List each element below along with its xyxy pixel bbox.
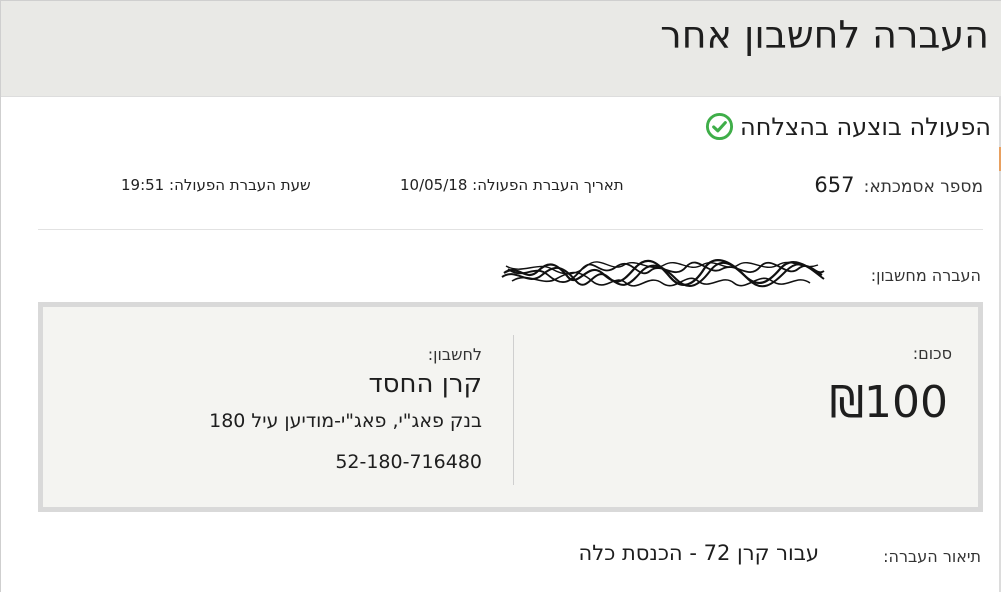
from-account-label: העברה מחשבון: (870, 266, 981, 285)
reference-value: 657 (814, 173, 855, 197)
success-message: הפעולה בוצעה בהצלחה (740, 112, 991, 141)
description-value: עבור קרן 72 - הכנסת כלה (578, 541, 819, 565)
page-title: העברה לחשבון אחר (660, 13, 989, 57)
reference-number: מספר אסמכתא: 657 (814, 173, 983, 197)
date-label: תאריך העברת הפעולה: (472, 176, 624, 194)
transfer-summary-box: סכום: ₪100 לחשבון: קרן החסד בנק פאג"י, פ… (38, 302, 983, 512)
transfer-time: שעת העברת הפעולה: 19:51 (121, 176, 311, 194)
recipient-name: קרן החסד (368, 369, 482, 399)
reference-label: מספר אסמכתא: (863, 177, 983, 197)
time-label: שעת העברת הפעולה: (169, 176, 311, 194)
box-divider (513, 335, 514, 485)
transfer-confirmation-page: העברה לחשבון אחר הפעולה בוצעה בהצלחה מספ… (0, 0, 1001, 592)
check-circle-icon (705, 112, 734, 141)
date-value: 10/05/18 (400, 176, 468, 194)
amount-value: ₪100 (829, 377, 949, 428)
page-header: העברה לחשבון אחר (1, 1, 1001, 97)
time-value: 19:51 (121, 176, 165, 194)
description-label: תיאור העברה: (883, 547, 981, 566)
recipient-bank: בנק פאג"י, פאג"י-מודיען עיל 180 (209, 410, 482, 432)
amount-label: סכום: (912, 344, 952, 363)
success-status: הפעולה בוצעה בהצלחה (705, 112, 991, 141)
recipient-account-number: 52-180-716480 (335, 451, 482, 473)
redacted-account-scribble (501, 259, 825, 288)
to-account-label: לחשבון: (427, 345, 482, 364)
transfer-date: תאריך העברת הפעולה: 10/05/18 (400, 176, 624, 194)
section-divider (38, 229, 983, 230)
